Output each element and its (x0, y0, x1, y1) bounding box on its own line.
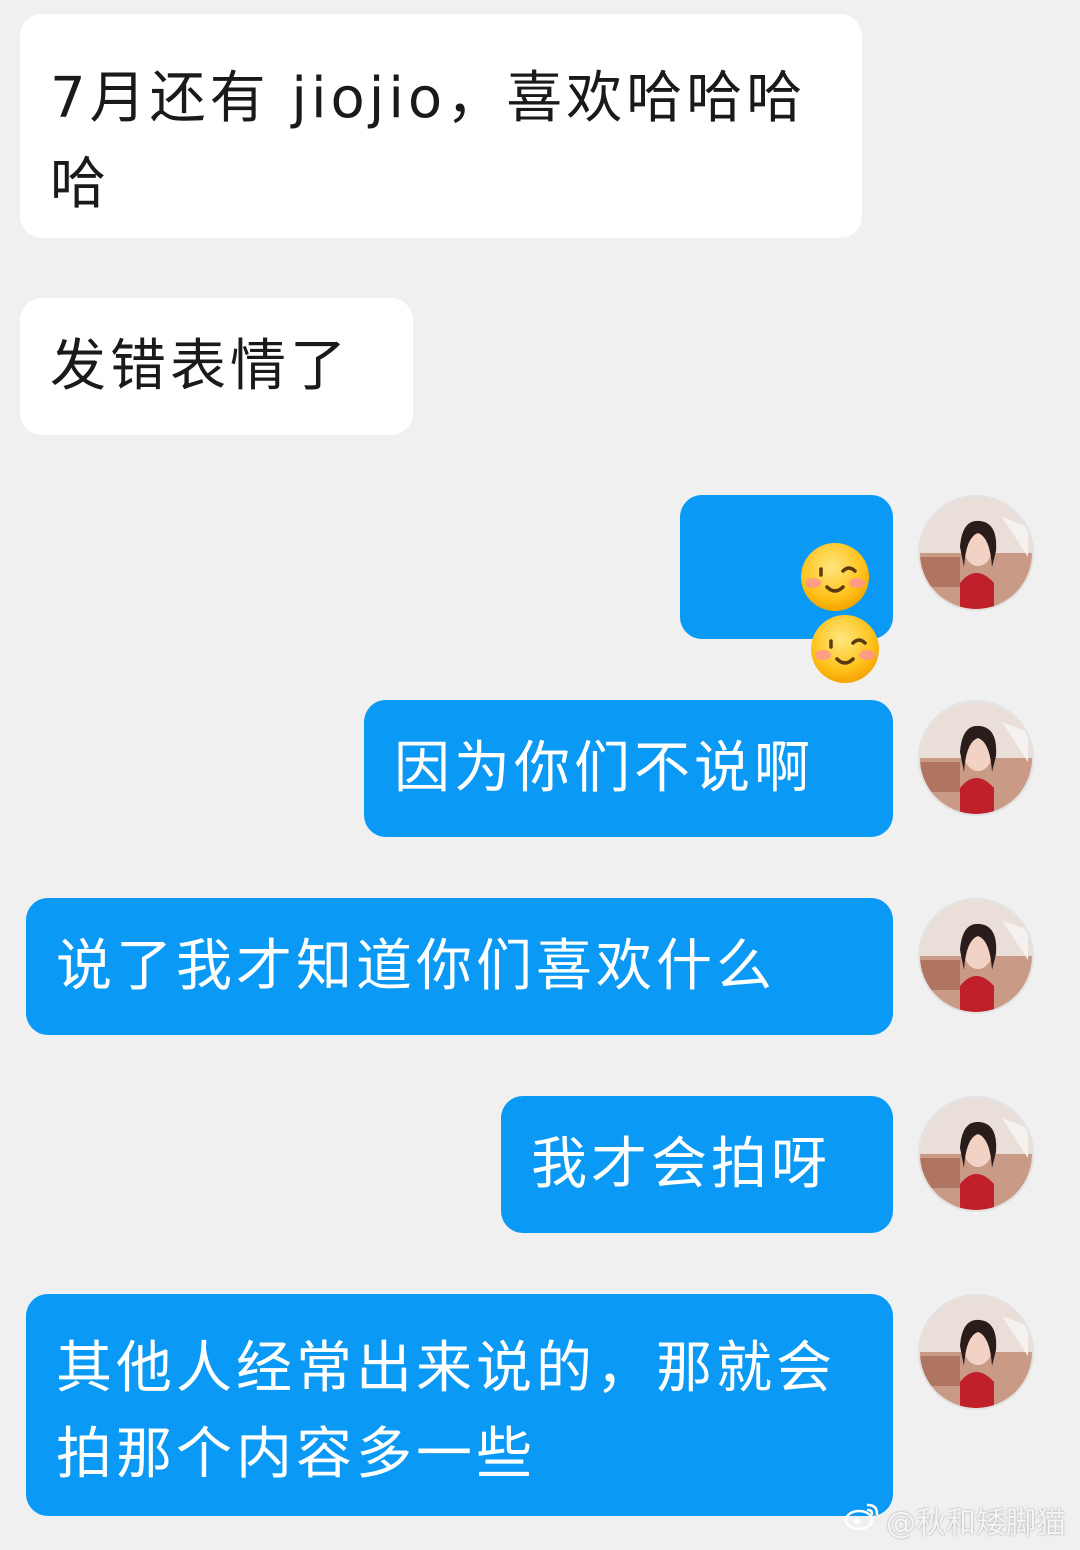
avatar[interactable] (918, 1096, 1034, 1212)
avatar[interactable] (918, 700, 1034, 816)
avatar[interactable] (918, 898, 1034, 1014)
avatar[interactable] (918, 1294, 1034, 1410)
blush-wink-emoji-icon (722, 613, 881, 685)
message-bubble-outgoing[interactable]: 其他人经常出来说的，那就会拍那个内容多一些 (26, 1294, 893, 1516)
message-bubble-incoming[interactable]: 7月还有 jiojio，喜欢哈哈哈哈 (20, 14, 862, 238)
watermark-text: @秋和矮脚猫 (886, 1506, 1066, 1541)
blush-wink-emoji-icon (712, 541, 871, 613)
message-bubble-outgoing-emoji[interactable] (680, 495, 893, 683)
message-bubble-outgoing[interactable]: 因为你们不说啊 (364, 700, 893, 837)
message-bubble-incoming[interactable]: 发错表情了 (20, 298, 413, 435)
message-bubble-outgoing[interactable]: 说了我才知道你们喜欢什么 (26, 898, 893, 1035)
watermark: @秋和矮脚猫 (844, 1498, 1066, 1542)
message-bubble-outgoing[interactable]: 我才会拍呀 (501, 1096, 893, 1233)
weibo-logo-icon (844, 1501, 880, 1539)
avatar[interactable] (918, 495, 1034, 611)
